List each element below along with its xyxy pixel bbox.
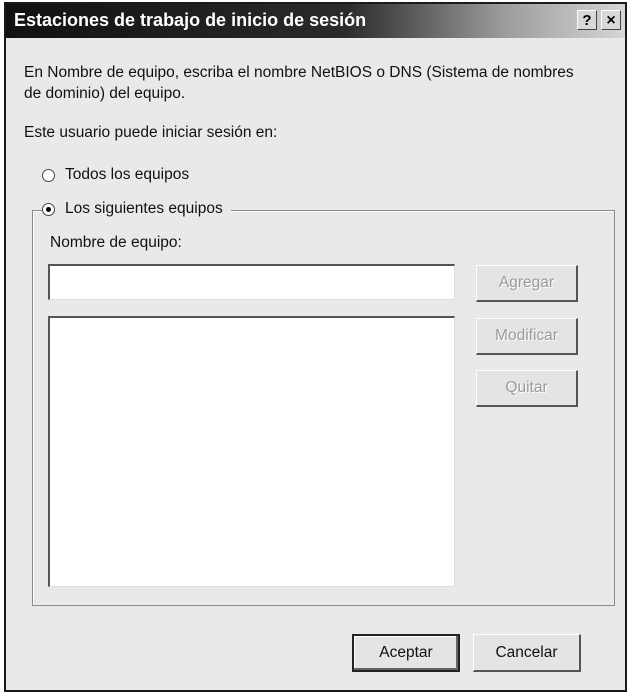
computer-list[interactable]	[48, 316, 455, 587]
remove-button[interactable]: Quitar	[476, 370, 578, 407]
help-button[interactable]: ?	[577, 10, 597, 30]
logon-to-label: Este usuario puede iniciar sesión en:	[24, 124, 278, 141]
add-button[interactable]: Agregar	[476, 265, 578, 302]
radio-all-computers-label: Todos los equipos	[65, 166, 190, 183]
computer-name-label: Nombre de equipo:	[50, 234, 182, 251]
radio-following-computers[interactable]: Los siguientes equipos	[42, 200, 231, 218]
title-bar[interactable]: Estaciones de trabajo de inicio de sesió…	[6, 4, 625, 38]
radio-unchecked-icon[interactable]	[42, 168, 55, 182]
computer-name-input[interactable]	[48, 264, 455, 300]
radio-all-computers[interactable]: Todos los equipos	[42, 166, 198, 184]
cancel-button[interactable]: Cancelar	[473, 634, 581, 672]
window-title: Estaciones de trabajo de inicio de sesió…	[14, 10, 367, 30]
radio-following-computers-label: Los siguientes equipos	[65, 200, 223, 217]
instructions-text: En Nombre de equipo, escriba el nombre N…	[24, 64, 574, 102]
modify-button[interactable]: Modificar	[476, 318, 578, 355]
ok-button[interactable]: Aceptar	[352, 634, 460, 672]
close-button[interactable]: ×	[601, 10, 621, 30]
radio-checked-icon[interactable]	[42, 202, 55, 216]
